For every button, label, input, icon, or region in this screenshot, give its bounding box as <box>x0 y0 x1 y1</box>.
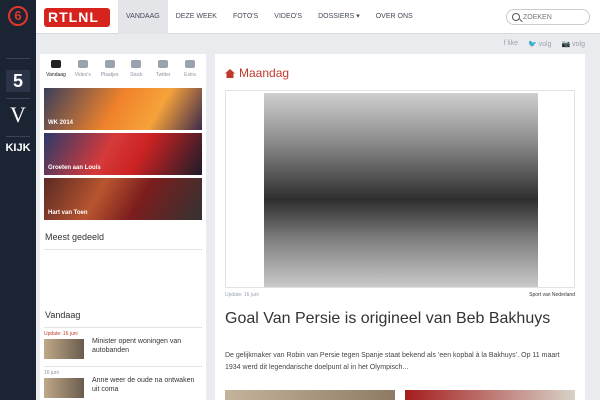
section-heading: Maandag <box>225 66 289 80</box>
nav-videos[interactable]: VIDEO'S <box>266 0 310 34</box>
list-item[interactable]: 16 juni Anne weer de oude na ontwaken ui… <box>44 370 202 398</box>
tab-plaatjes-label: Plaatjes <box>100 72 119 78</box>
tab-plaatjes[interactable]: Plaatjes <box>98 58 122 88</box>
search-input[interactable] <box>523 12 585 22</box>
video-icon <box>77 60 88 68</box>
top-navigation: RTLNL VANDAAG DEZE WEEK FOTO'S VIDEO'S D… <box>36 0 600 34</box>
nav-over-ons[interactable]: OVER ONS <box>368 0 421 34</box>
sidebar-tabs: Vandaag Video's Plaatjes Stuck Twitter E… <box>40 54 206 88</box>
tab-stuck-label: Stuck <box>130 72 143 78</box>
article-description: De gelijkmaker van Robin van Persie tege… <box>225 352 560 371</box>
article-photo[interactable] <box>225 90 575 288</box>
teaser-wk-2014[interactable]: WK 2014 <box>44 88 202 130</box>
logo-text: RTLNL <box>48 9 99 25</box>
list-item-thumb <box>44 378 84 398</box>
divider <box>6 58 30 59</box>
nav-dossiers[interactable]: DOSSIERS ▾ <box>310 0 368 34</box>
divider <box>6 136 30 137</box>
more-articles <box>225 390 575 400</box>
channel-veronica-logo[interactable]: V <box>0 102 36 128</box>
article-title[interactable]: Goal Van Persie is origineel van Beb Bak… <box>225 310 575 328</box>
facebook-like[interactable]: f like <box>504 40 518 50</box>
twitter-icon: 🐦 <box>527 41 539 48</box>
article-thumb[interactable] <box>225 390 395 400</box>
list-item-text: Minister opent woningen van autobanden <box>92 338 182 354</box>
teaser-hart-van-toen[interactable]: Hart van Toen <box>44 178 202 220</box>
facebook-like-label: like <box>507 40 518 47</box>
chevron-down-icon: ▾ <box>356 13 360 20</box>
teaser-label: Groeten aan Louis <box>48 165 101 171</box>
site-logo[interactable]: RTLNL <box>44 8 110 27</box>
most-shared-empty <box>40 250 206 298</box>
pin-icon <box>131 60 142 68</box>
article-thumb[interactable] <box>405 390 575 400</box>
channel-6-logo[interactable]: 6 <box>0 6 36 30</box>
social-links: f like 🐦 volg 📷 volg <box>470 40 585 50</box>
tab-vandaag[interactable]: Vandaag <box>44 58 68 88</box>
divider <box>6 98 30 99</box>
divider <box>44 327 202 328</box>
today-title: Vandaag <box>45 310 81 320</box>
tab-extra-label: Extra <box>184 72 196 78</box>
tab-videos-label: Video's <box>74 72 91 78</box>
tab-extra[interactable]: Extra <box>178 58 202 88</box>
twitter-follow-label: volg <box>538 41 552 48</box>
home-icon <box>51 60 61 68</box>
divider <box>44 366 202 367</box>
twitter-follow[interactable]: 🐦 volg <box>528 40 552 50</box>
sidebar: Vandaag Video's Plaatjes Stuck Twitter E… <box>40 54 206 400</box>
tab-twitter[interactable]: Twitter <box>151 58 175 88</box>
main-nav: VANDAAG DEZE WEEK FOTO'S VIDEO'S DOSSIER… <box>118 0 421 34</box>
section-title: Maandag <box>239 66 290 80</box>
teaser-groeten-aan-louis[interactable]: Groeten aan Louis <box>44 133 202 175</box>
nav-vandaag[interactable]: VANDAAG <box>118 0 168 34</box>
teaser-label: Hart van Toen <box>48 210 88 216</box>
list-item-thumb <box>44 339 84 359</box>
twitter-icon <box>158 60 169 68</box>
football-photo <box>264 93 538 287</box>
most-shared-title: Meest gedeeld <box>45 232 105 242</box>
camera-icon: 📷 <box>561 41 573 48</box>
nav-dossiers-label: DOSSIERS <box>318 13 355 20</box>
teaser-label: WK 2014 <box>48 120 74 126</box>
list-item[interactable]: Update: 16 juni Minister opent woningen … <box>44 331 202 359</box>
search-icon <box>512 13 520 21</box>
nav-fotos[interactable]: FOTO'S <box>225 0 266 34</box>
photo-update: Update: 16 juni <box>225 292 259 298</box>
tab-twitter-label: Twitter <box>155 72 171 78</box>
tab-vandaag-label: Vandaag <box>46 72 66 78</box>
main-content: Maandag Update: 16 juni Sport van Nederl… <box>215 54 585 400</box>
home-icon <box>225 69 235 78</box>
nav-deze-week[interactable]: DEZE WEEK <box>168 0 225 34</box>
tab-videos[interactable]: Video's <box>71 58 95 88</box>
list-item-text: Anne weer de oude na ontwaken uit coma <box>92 377 195 393</box>
instagram-follow[interactable]: 📷 volg <box>561 40 585 50</box>
channel-5-logo[interactable]: 5 <box>6 70 30 92</box>
kijk-logo[interactable]: KIJK <box>0 142 36 154</box>
search-box[interactable] <box>506 9 590 25</box>
photo-credit: Sport van Nederland <box>529 292 575 298</box>
camera-icon <box>184 60 195 68</box>
instagram-follow-label: volg <box>572 41 585 48</box>
tab-stuck[interactable]: Stuck <box>124 58 148 88</box>
channel-bar: 6 5 V KIJK <box>0 0 36 400</box>
image-icon <box>104 60 115 68</box>
